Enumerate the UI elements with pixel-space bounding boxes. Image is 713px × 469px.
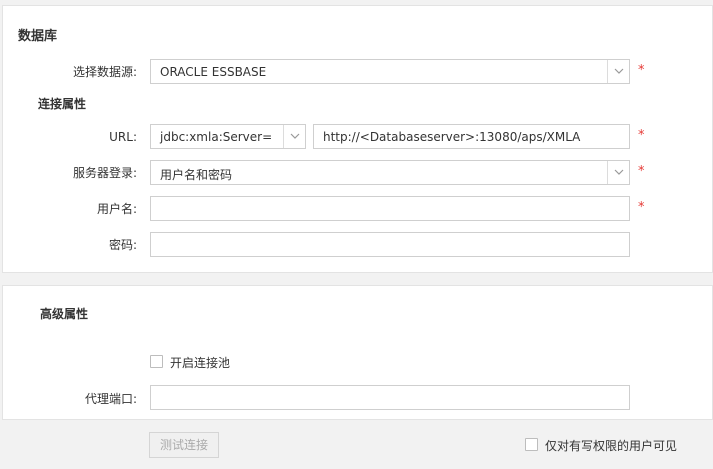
- url-required-mark: *: [638, 128, 645, 143]
- proxy-port-label: 代理端口:: [84, 392, 137, 406]
- writer-only-label: 仅对有写权限的用户可见: [545, 439, 678, 453]
- writer-only-checkbox[interactable]: [525, 438, 538, 451]
- url-prefix-select[interactable]: jdbc:xmla:Server=: [150, 124, 306, 149]
- datasource-label: 选择数据源:: [72, 65, 137, 79]
- chevron-down-icon[interactable]: [607, 60, 629, 83]
- password-label: 密码:: [108, 238, 137, 252]
- username-label: 用户名:: [96, 202, 137, 216]
- test-connection-button[interactable]: 测试连接: [149, 432, 219, 458]
- connection-props-title: 连接属性: [38, 97, 87, 111]
- connection-pool-checkbox[interactable]: [150, 355, 163, 368]
- url-value: http://<Databaseserver>:13080/aps/XMLA: [323, 130, 581, 144]
- url-prefix-value: jdbc:xmla:Server=: [160, 130, 273, 144]
- chevron-down-icon[interactable]: [607, 161, 629, 184]
- chevron-down-icon[interactable]: [283, 125, 305, 148]
- server-login-value: 用户名和密码: [160, 168, 233, 182]
- advanced-section-title: 高级属性: [40, 307, 89, 321]
- datasource-select[interactable]: ORACLE ESSBASE: [150, 59, 630, 84]
- server-login-select[interactable]: 用户名和密码: [150, 160, 630, 185]
- url-input[interactable]: http://<Databaseserver>:13080/aps/XMLA: [313, 124, 630, 149]
- url-label: URL:: [109, 130, 137, 144]
- datasource-value: ORACLE ESSBASE: [160, 65, 267, 79]
- username-required-mark: *: [638, 200, 645, 215]
- username-input[interactable]: [150, 196, 630, 221]
- connection-pool-label: 开启连接池: [170, 356, 231, 370]
- database-section-title: 数据库: [18, 29, 58, 44]
- proxy-port-input[interactable]: [150, 385, 630, 410]
- datasource-required-mark: *: [638, 63, 645, 78]
- password-input[interactable]: [150, 232, 630, 257]
- server-login-required-mark: *: [638, 164, 645, 179]
- server-login-label: 服务器登录:: [72, 166, 137, 180]
